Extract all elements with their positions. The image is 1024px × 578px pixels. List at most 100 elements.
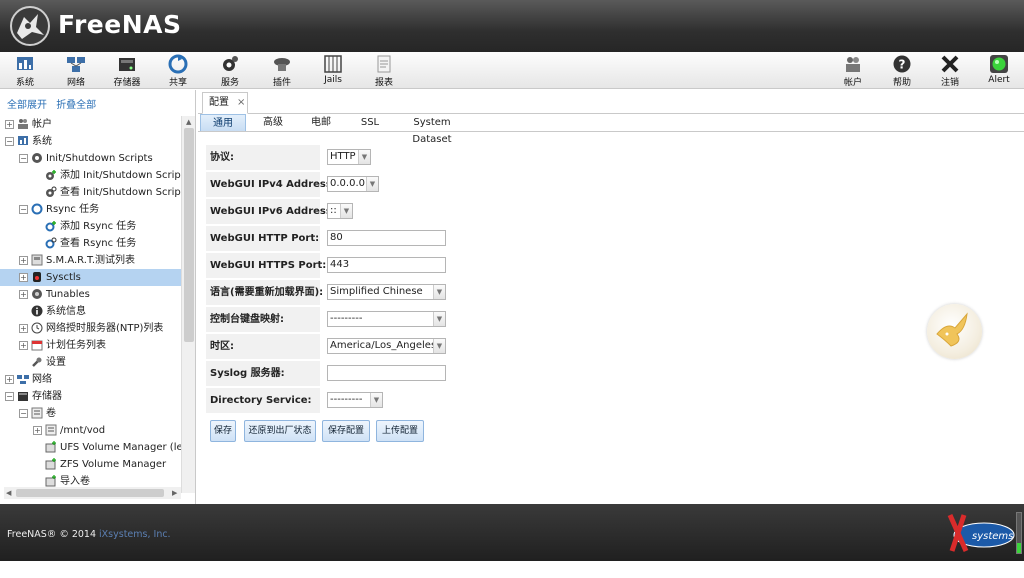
tree-item-tunables[interactable]: + Tunables [19,286,181,303]
language-select[interactable]: Simplified Chinese ▼ [327,284,446,300]
tree-item-init-shutdown[interactable]: − Init/Shutdown Scripts [19,150,181,167]
toolbar-logout-button[interactable]: 注销 [930,54,970,88]
subtab-system-dataset[interactable]: System Dataset [396,114,468,145]
tree-item-sysctls[interactable]: + Sysctls [0,269,181,286]
tree-item-settings[interactable]: 设置 [31,354,181,371]
app-header: FreeNAS [0,0,1024,52]
toolbar-plugins-button[interactable]: 插件 [262,54,302,88]
network-icon [67,57,85,72]
https-port-input[interactable]: 443 [327,257,446,273]
tree-item-system[interactable]: − 系统 [5,133,181,150]
tree-item-cron-jobs[interactable]: + 计划任务列表 [19,337,181,354]
tree-toggle[interactable]: + [19,289,28,299]
company-link[interactable]: iXsystems, Inc. [99,529,171,540]
tree-item-label: 存储器 [32,391,62,402]
tree-toggle[interactable]: + [5,119,14,129]
directory-service-select[interactable]: --------- ▼ [327,392,383,408]
subtab-ssl[interactable]: SSL [355,114,385,131]
scroll-left-icon[interactable]: ◀ [6,489,11,497]
scroll-right-icon[interactable]: ▶ [172,489,177,497]
calendar-icon [31,340,43,351]
tree-item-account[interactable]: + 帐户 [5,116,181,133]
tree-toggle[interactable]: + [19,323,28,333]
expand-all-link[interactable]: 全部展开 [7,100,47,111]
ipv4-select[interactable]: 0.0.0.0 ▼ [327,176,379,192]
tree-vertical-scroll-thumb[interactable] [184,128,194,342]
logout-icon [941,55,959,73]
tree-item-volumes[interactable]: − 卷 [19,405,181,422]
toolbar-system-button[interactable]: 系统 [5,54,45,88]
form-row-https-port: WebGUI HTTPS Port: 443 [206,253,446,278]
syslog-server-input[interactable] [327,365,446,381]
tree-toggle[interactable]: − [19,153,28,163]
tree-toggle[interactable]: + [5,374,14,384]
tree-toggle[interactable]: − [19,408,28,418]
protocol-select[interactable]: HTTP ▼ [327,149,371,165]
volume-manager-icon [45,441,56,453]
tree-item-zfs-volume-manager[interactable]: ZFS Volume Manager [45,456,181,473]
tree-item-label: 系统信息 [46,306,86,317]
tree-item-view-rsync[interactable]: 查看 Rsync 任务 [45,235,181,252]
system-icon [17,57,33,70]
ipv6-value: :: [330,205,337,216]
tree-toggle[interactable]: + [19,272,28,282]
subtab-general[interactable]: 通用 [200,114,246,131]
system-icon [18,136,28,145]
tree-toggle[interactable]: + [33,425,42,435]
tree-item-view-init-scripts[interactable]: 查看 Init/Shutdown Scripts [45,184,181,201]
bird-icon [936,312,968,347]
syslog-label: Syslog 服务器: [206,361,320,386]
tree-vertical-scrollbar[interactable]: ▲ [181,116,195,493]
subtab-email[interactable]: 电邮 [304,114,338,131]
factory-restore-button[interactable]: 还原到出厂状态 [244,420,316,442]
svg-text:?: ? [899,58,906,72]
toolbar-account-button[interactable]: 帐户 [833,54,873,88]
tree-horizontal-scrollbar[interactable]: ◀ ▶ [4,487,181,499]
freenas-bird-icon [927,304,982,359]
collapse-all-link[interactable]: 折叠全部 [56,100,96,111]
toolbar-services-label: 服务 [220,78,239,88]
tree-toggle[interactable]: − [19,204,28,214]
toolbar-services-button[interactable]: 服务 [210,54,250,88]
toolbar-sharing-button[interactable]: 共享 [158,54,198,88]
toolbar-network-button[interactable]: 网络 [56,54,96,88]
tree-item-network[interactable]: + 网络 [5,371,181,388]
tree-item-ufs-volume-manager[interactable]: UFS Volume Manager (legac [45,439,181,456]
tree-item-system-info[interactable]: 系统信息 [31,303,181,320]
tab-settings[interactable]: 配置 × [202,92,248,114]
directory-service-label: Directory Service: [206,388,320,413]
close-icon[interactable]: × [237,97,245,108]
footer-side-indicator [1016,512,1022,554]
keymap-select[interactable]: --------- ▼ [327,311,446,327]
form-row-language: 语言(需要重新加载界面): Simplified Chinese ▼ [206,280,446,305]
sharing-icon [168,54,188,74]
http-port-input[interactable]: 80 [327,230,446,246]
tree-item-add-init-script[interactable]: 添加 Init/Shutdown Script [45,167,181,184]
timezone-select[interactable]: America/Los_Angeles ▼ [327,338,446,354]
tree-toggle[interactable]: + [19,340,28,350]
subtab-advanced[interactable]: 高级 [256,114,290,131]
save-button[interactable]: 保存 [210,420,236,442]
tree-item-add-rsync[interactable]: 添加 Rsync 任务 [45,218,181,235]
tree-item-mnt-vod[interactable]: + /mnt/vod [33,422,181,439]
save-config-button[interactable]: 保存配置 [322,420,370,442]
tree-toggle[interactable]: − [5,391,14,401]
tree-item-storage[interactable]: − 存储器 [5,388,181,405]
tree-item-ntp-servers[interactable]: + 网络授时服务器(NTP)列表 [19,320,181,337]
tree-toggle[interactable]: + [19,255,28,265]
toolbar-reporting-button[interactable]: 报表 [364,54,404,88]
tree-toggle[interactable]: − [5,136,14,146]
tree-item-rsync[interactable]: − Rsync 任务 [19,201,181,218]
toolbar-help-button[interactable]: ? 帮助 [882,54,922,88]
tree-item-label: 卷 [46,408,56,419]
tree-horizontal-scroll-thumb[interactable] [16,489,164,497]
toolbar-storage-button[interactable]: 存储器 [107,54,147,88]
tree-item-smart-tests[interactable]: + S.M.A.R.T.测试列表 [19,252,181,269]
ipv6-select[interactable]: :: ▼ [327,203,353,219]
tree-expand-controls: 全部展开 折叠全部 [7,96,102,111]
form-row-timezone: 时区: America/Los_Angeles ▼ [206,334,446,359]
upload-config-button[interactable]: 上传配置 [376,420,424,442]
toolbar-jails-button[interactable]: Jails [313,54,353,88]
toolbar-alert-button[interactable]: Alert [979,54,1019,88]
scroll-up-icon[interactable]: ▲ [186,118,191,126]
